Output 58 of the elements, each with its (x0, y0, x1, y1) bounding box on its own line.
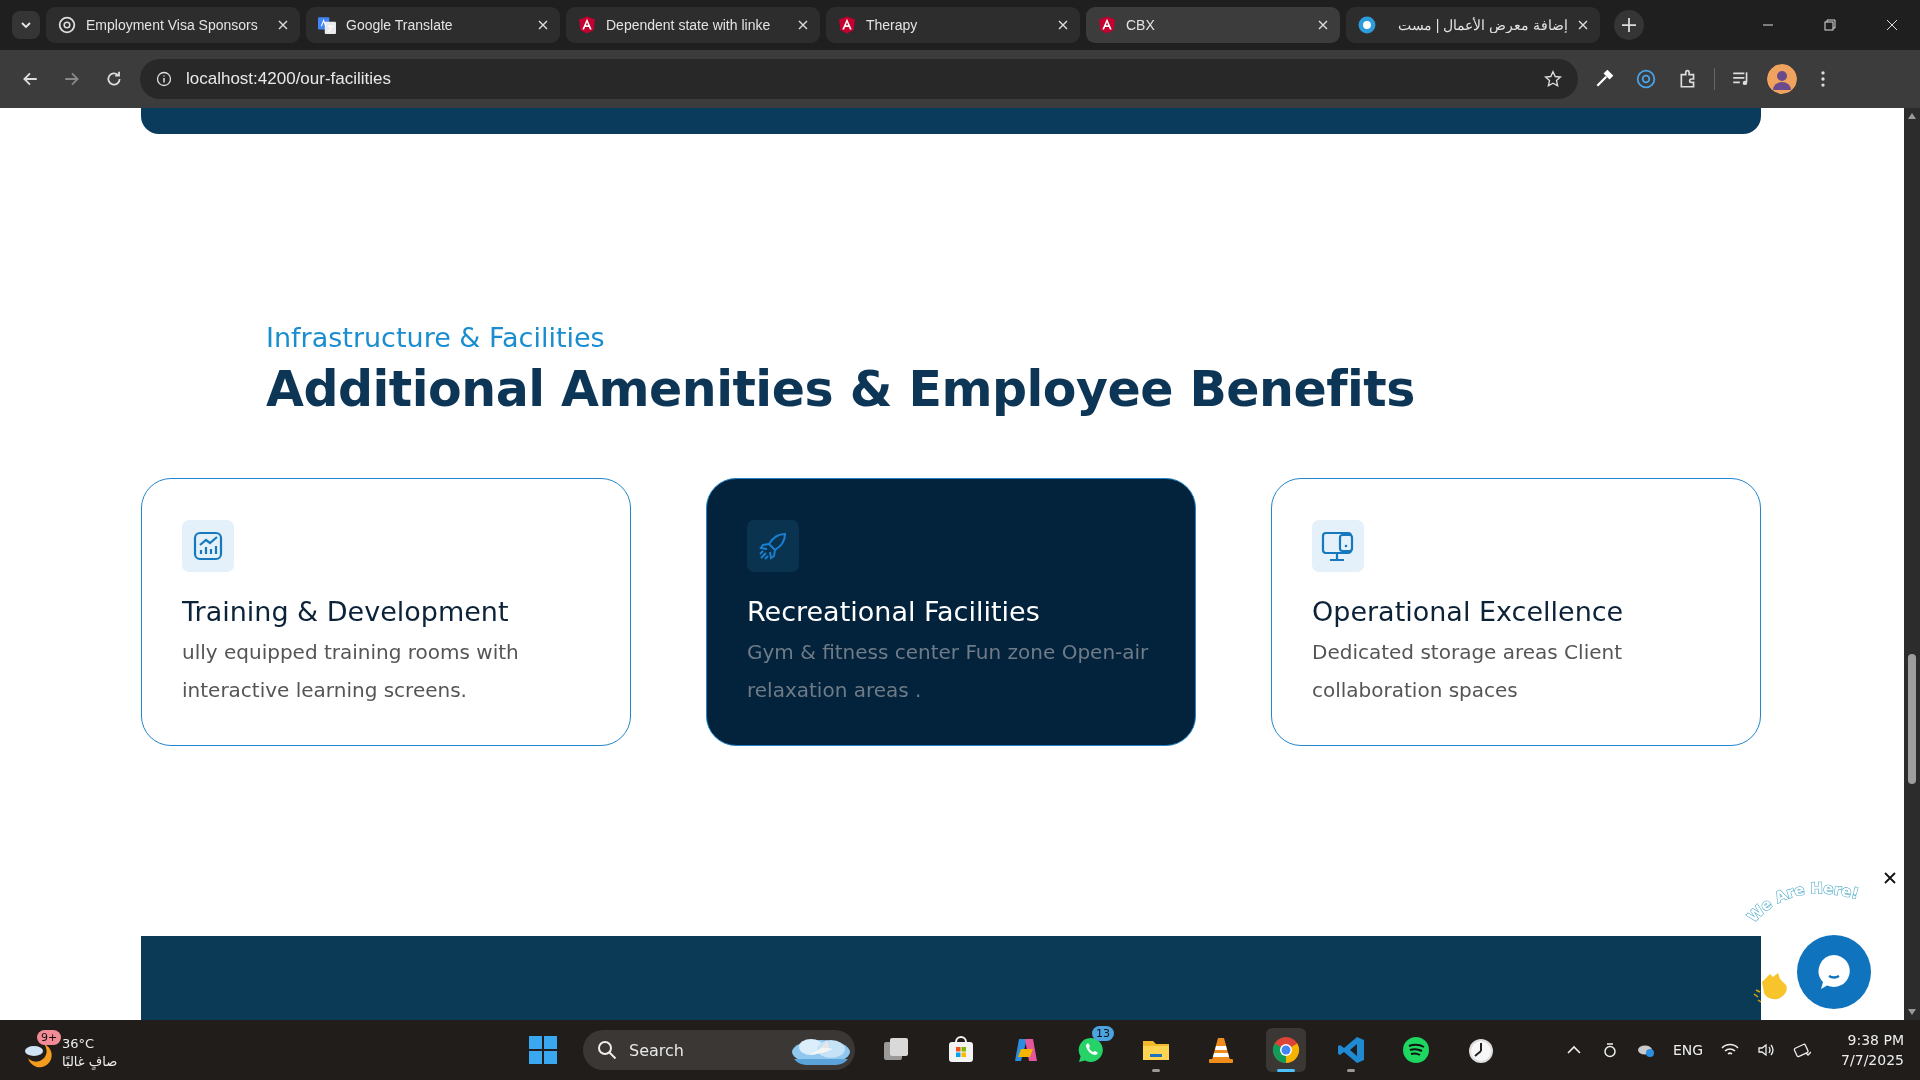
ring-icon (1358, 16, 1376, 34)
phone-bubble-icon (1076, 1035, 1106, 1065)
chart-icon (182, 520, 234, 572)
code-editor-icon (1336, 1035, 1366, 1065)
url-text: localhost:4200/our-facilities (186, 69, 393, 89)
section-heading: Additional Amenities & Employee Benefits (266, 361, 1416, 418)
rocket-icon (747, 520, 799, 572)
section-subtitle: Infrastructure & Facilities (266, 322, 606, 353)
shield-icon (838, 16, 856, 34)
tab-search-button[interactable] (12, 11, 40, 39)
clock-time[interactable]: 9:38 PM (1847, 1030, 1904, 1050)
translate-icon (318, 16, 336, 34)
browser-tab[interactable]: Dependent state with linke (566, 7, 820, 43)
card-title: Recreational Facilities (747, 596, 1041, 627)
taskbar-app[interactable] (1266, 1028, 1306, 1072)
browser-tab[interactable]: Google Translate (306, 7, 560, 43)
chevron-down-icon (20, 19, 32, 31)
restore-icon[interactable] (1824, 19, 1836, 31)
scroll-up-icon[interactable] (1907, 112, 1917, 120)
new-tab-button[interactable] (1614, 10, 1644, 40)
card-description: ully equipped training rooms with interactive learning screens. (182, 639, 520, 704)
card-title: Training & Development (182, 596, 510, 627)
card-title: Operational Excellence (1312, 596, 1625, 627)
speaker-icon[interactable] (1757, 1042, 1776, 1058)
start-icon[interactable] (528, 1035, 558, 1065)
search-field[interactable]: Search (583, 1030, 855, 1070)
search-icon (597, 1040, 617, 1060)
weather-condition: صافٍ غالبًا (62, 1053, 118, 1071)
scrollbar-thumb[interactable] (1908, 654, 1916, 784)
person-icon (1767, 64, 1797, 94)
scroll-down-icon[interactable] (1907, 1008, 1917, 1016)
star-icon[interactable] (1544, 70, 1562, 88)
card-description: Gym & fitness center Fun zone Open-air relaxation areas . (747, 639, 1150, 704)
alert-badge: 9+ (37, 1030, 62, 1045)
shield-icon (1098, 16, 1116, 34)
chrome-icon (1271, 1035, 1301, 1065)
browser-tab[interactable]: إضافة معرض الأعمال | مست (1346, 7, 1600, 43)
traffic-cone-icon (1206, 1035, 1236, 1065)
close-icon[interactable] (1884, 872, 1896, 884)
wifi-icon[interactable] (1721, 1042, 1740, 1058)
taskbar-app[interactable]: 13 (1071, 1028, 1111, 1072)
sound-waves-icon (1401, 1035, 1431, 1065)
info-icon[interactable] (156, 71, 172, 87)
chat-tagline: We Are Here! (1738, 876, 1888, 929)
clock-date[interactable]: 7/7/2025 (1841, 1050, 1904, 1070)
shopping-bag-icon (946, 1035, 976, 1065)
plus-icon (1622, 18, 1636, 32)
temperature-text: 36°C (62, 1035, 96, 1053)
browser-tab[interactable]: Employment Visa Sponsors (46, 7, 300, 43)
address-bar[interactable]: localhost:4200/our-facilities (140, 59, 1578, 99)
language-indicator[interactable]: ENG (1672, 1042, 1704, 1058)
browser-tab[interactable]: CBX (1086, 7, 1340, 43)
notification-badge: 13 (1092, 1026, 1114, 1041)
browser-tab[interactable]: Therapy (826, 7, 1080, 43)
card-description: Dedicated storage areas Client collaboration spaces (1312, 639, 1624, 704)
monitor-icon (1312, 520, 1364, 572)
profile-avatar[interactable] (1767, 64, 1797, 94)
shield-icon (578, 16, 596, 34)
